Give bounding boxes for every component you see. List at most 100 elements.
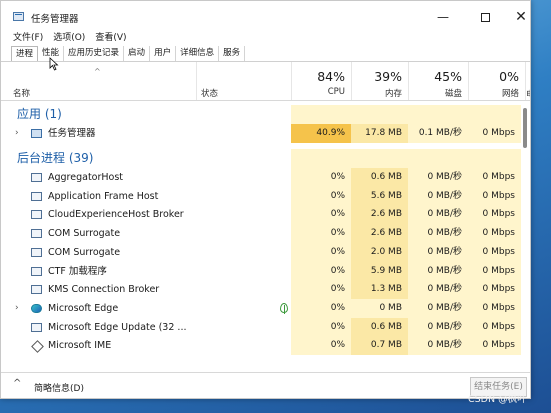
minimize-button[interactable]: — (425, 7, 461, 27)
chevron-right-icon[interactable]: › (15, 124, 19, 143)
cpu-total: 84% (317, 69, 345, 84)
cell-net: 0 Mbps (468, 336, 521, 356)
cell-net: 0 Mbps (468, 168, 521, 187)
menu-view[interactable]: 查看(V) (95, 30, 126, 44)
footer-bar: ^ 简略信息(D) 结束任务(E) (1, 372, 530, 398)
cell-cpu: 0% (291, 298, 351, 318)
edge-icon (31, 303, 42, 313)
close-icon: ✕ (515, 9, 527, 25)
app-window-icon (31, 322, 42, 332)
cell-disk: 0 MB/秒 (408, 224, 468, 244)
app-window-icon (31, 229, 42, 239)
tab-startup[interactable]: 启动 (124, 46, 151, 61)
cell-net: 0 Mbps (468, 242, 521, 262)
cell-disk: 0 MB/秒 (408, 205, 468, 225)
cell-net: 0 Mbps (468, 261, 521, 281)
column-header-row: ^ 名称 状态 84% CPU 39% 内存 45% 磁盘 0% 网络 电 (1, 62, 530, 101)
process-row[interactable]: CTF 加载程序 0% 5.9 MB 0 MB/秒 0 Mbps (1, 261, 522, 281)
cell-cpu: 0% (291, 317, 351, 337)
app-window-icon (31, 247, 42, 257)
tab-services[interactable]: 服务 (219, 46, 246, 61)
group-background-label: 后台进程 (39) (17, 151, 94, 165)
menu-bar: 文件(F) 选项(O) 查看(V) (13, 30, 127, 44)
process-row[interactable]: CloudExperienceHost Broker 0% 2.6 MB 0 MB/秒… (1, 205, 522, 225)
efficiency-mode-icon (280, 302, 288, 314)
cell-disk: 0 MB/秒 (408, 168, 468, 187)
tab-processes[interactable]: 进程 (11, 46, 39, 61)
process-list: 应用 (1) › 任务管理器 40.9% 17.8 MB 0.1 MB/秒 0 Mbps 后台… (1, 102, 530, 358)
cell-cpu: 0% (291, 261, 351, 281)
cell-cpu: 0% (291, 242, 351, 262)
cell-mem: 0.7 MB (351, 336, 408, 356)
process-row[interactable]: AggregatorHost 0% 0.6 MB 0 MB/秒 0 Mbps (1, 168, 522, 187)
column-status[interactable]: 状态 (201, 87, 218, 99)
cell-mem: 1.3 MB (351, 280, 408, 300)
fewer-details-link[interactable]: 简略信息(D) (34, 381, 84, 394)
network-total: 0% (499, 69, 519, 84)
process-row[interactable]: Microsoft IME 0% 0.7 MB 0 MB/秒 0 Mbps (1, 336, 522, 356)
close-button[interactable]: ✕ (503, 7, 530, 27)
column-power[interactable]: 电 (525, 62, 530, 100)
memory-label: 内存 (384, 89, 402, 99)
column-cpu[interactable]: 84% CPU (291, 62, 351, 100)
cell-net: 0 Mbps (468, 186, 521, 206)
task-manager-icon (31, 129, 42, 138)
app-window-icon (31, 173, 42, 182)
process-name: KMS Connection Broker (48, 284, 160, 296)
process-name: Microsoft Edge (48, 302, 119, 314)
chevron-up-icon[interactable]: ^ (13, 378, 21, 389)
cell-mem: 0.6 MB (351, 317, 408, 337)
group-background: 后台进程 (39) (1, 149, 522, 168)
cell-mem: 0 MB (351, 298, 408, 318)
memory-total: 39% (374, 69, 402, 84)
cell-net: 0 Mbps (468, 224, 521, 244)
cell-disk: 0 MB/秒 (408, 280, 468, 300)
process-row[interactable]: › Microsoft Edge 0% 0 MB 0 MB/秒 0 Mbps (1, 298, 522, 318)
tab-users[interactable]: 用户 (150, 46, 177, 61)
cell-disk: 0 MB/秒 (408, 336, 468, 356)
group-fill (351, 149, 408, 168)
process-name: 任务管理器 (48, 128, 96, 139)
minimize-icon: — (437, 10, 449, 24)
cell-disk: 0 MB/秒 (408, 317, 468, 337)
group-fill (408, 149, 468, 168)
column-name[interactable]: 名称 (13, 87, 30, 99)
network-label: 网络 (501, 89, 519, 99)
cell-disk: 0 MB/秒 (408, 261, 468, 281)
cell-net: 0 Mbps (468, 298, 521, 318)
menu-file[interactable]: 文件(F) (13, 30, 43, 44)
disk-label: 磁盘 (444, 89, 462, 99)
process-row[interactable]: › 任务管理器 40.9% 17.8 MB 0.1 MB/秒 0 Mbps (1, 124, 522, 143)
column-network[interactable]: 0% 网络 (468, 62, 525, 100)
maximize-button[interactable] (467, 7, 503, 27)
column-disk[interactable]: 45% 磁盘 (408, 62, 468, 100)
cell-net: 0 Mbps (468, 280, 521, 300)
menu-options[interactable]: 选项(O) (53, 30, 85, 44)
task-manager-icon (13, 12, 24, 21)
process-name: CTF 加载程序 (48, 265, 107, 277)
process-row[interactable]: COM Surrogate 0% 2.6 MB 0 MB/秒 0 Mbps (1, 224, 522, 244)
process-row[interactable]: KMS Connection Broker 0% 1.3 MB 0 MB/秒 0 Mbp… (1, 280, 522, 300)
cpu-label: CPU (327, 87, 345, 97)
process-name: AggregatorHost (48, 172, 124, 183)
chevron-right-icon[interactable]: › (15, 299, 19, 318)
cell-cpu: 0% (291, 186, 351, 206)
cell-cpu: 0% (291, 168, 351, 187)
vertical-scrollbar[interactable] (521, 102, 530, 358)
scrollbar-thumb[interactable] (523, 108, 527, 148)
cell-cpu: 0% (291, 224, 351, 244)
column-memory[interactable]: 39% 内存 (351, 62, 408, 100)
process-row[interactable]: Microsoft Edge Update (32 ... 0% 0.6 MB 0 M… (1, 317, 522, 337)
tab-details[interactable]: 详细信息 (176, 46, 220, 61)
cell-cpu: 0% (291, 336, 351, 356)
group-fill (408, 105, 468, 124)
process-row[interactable]: COM Surrogate 0% 2.0 MB 0 MB/秒 0 Mbps (1, 242, 522, 262)
group-fill (291, 105, 351, 124)
cell-disk: 0 MB/秒 (408, 242, 468, 262)
cell-disk: 0 MB/秒 (408, 186, 468, 206)
tab-app-history[interactable]: 应用历史记录 (64, 46, 125, 61)
cell-mem: 0.6 MB (351, 168, 408, 187)
process-row[interactable]: Application Frame Host 0% 5.6 MB 0 MB/秒 0 Mb… (1, 186, 522, 206)
power-label: 电 (526, 88, 530, 100)
window-title: 任务管理器 (31, 14, 79, 25)
